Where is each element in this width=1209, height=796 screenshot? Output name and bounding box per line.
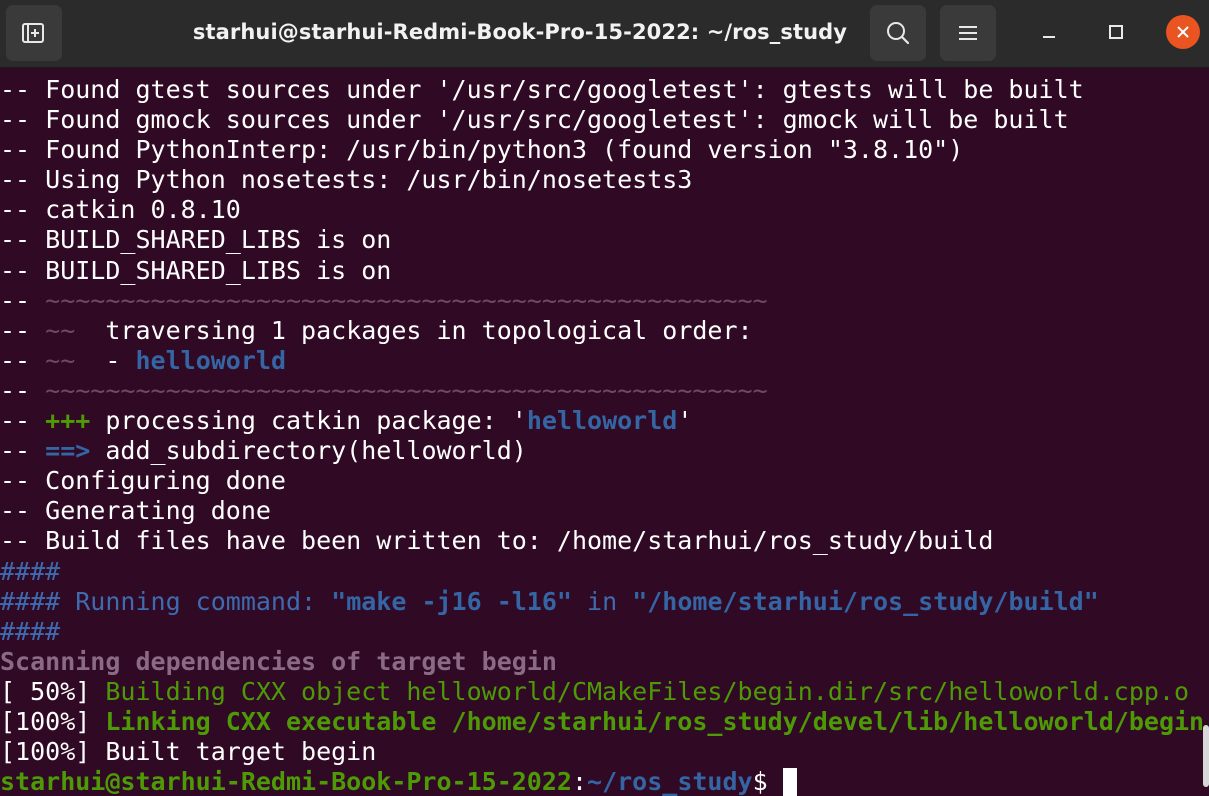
minimize-icon — [1043, 36, 1055, 38]
tilde-marker: ~~ — [45, 345, 76, 375]
package-line: -- ~~ - helloworld — [0, 346, 1209, 376]
scrollbar-thumb[interactable] — [1203, 725, 1209, 787]
package-dash: - — [75, 345, 136, 375]
menu-button[interactable] — [940, 5, 996, 61]
output-line: -- Generating done — [0, 496, 271, 526]
line-prefix: -- — [0, 345, 46, 375]
traverse-text: traversing 1 packages in topological ord… — [75, 315, 753, 345]
line-prefix: -- — [0, 406, 46, 436]
new-tab-icon — [22, 23, 44, 43]
hamburger-menu-icon — [959, 26, 977, 40]
link-progress-line: [100%] Linking CXX executable /home/star… — [0, 707, 1209, 737]
new-tab-button[interactable] — [6, 5, 62, 61]
traverse-line: -- ~~ traversing 1 packages in topologic… — [0, 316, 1209, 346]
output-line: -- Using Python nosetests: /usr/bin/nose… — [0, 165, 693, 195]
add-subdirectory-line: -- ==> add_subdirectory(helloworld) — [0, 436, 1209, 466]
running-in: in — [571, 586, 633, 616]
building-text: Building CXX object helloworld/CMakeFile… — [105, 676, 1190, 706]
maximize-icon — [1109, 25, 1123, 39]
output-line: [100%] Built target begin — [0, 737, 377, 767]
output-line: -- Build files have been written to: /ho… — [0, 526, 994, 556]
running-directory: "/home/starhui/ros_study/build" — [632, 586, 1099, 616]
separator-line: -- ~~~~~~~~~~~~~~~~~~~~~~~~~~~~~~~~~~~~~… — [0, 286, 1209, 316]
line-prefix: -- — [0, 315, 46, 345]
output-line: -- BUILD_SHARED_LIBS is on — [0, 255, 392, 285]
prompt-line[interactable]: starhui@starhui-Redmi-Book-Pro-15-2022:~… — [0, 767, 1209, 796]
separator-line: -- ~~~~~~~~~~~~~~~~~~~~~~~~~~~~~~~~~~~~~… — [0, 376, 1209, 406]
prompt-path: ~/ros_study — [587, 767, 753, 796]
close-button[interactable] — [1166, 15, 1200, 49]
window-title: starhui@starhui-Redmi-Book-Pro-15-2022: … — [192, 20, 848, 44]
processing-text: processing catkin package: ' — [90, 406, 527, 436]
line-prefix: -- — [0, 375, 46, 405]
prompt-dollar: $ — [752, 767, 783, 796]
separator-tildes: ~~~~~~~~~~~~~~~~~~~~~~~~~~~~~~~~~~~~~~~~… — [45, 285, 768, 315]
prompt-user-host: starhui@starhui-Redmi-Book-Pro-15-2022 — [0, 767, 572, 796]
processing-end: ' — [677, 406, 693, 436]
add-subdirectory-text: add_subdirectory(helloworld) — [90, 436, 527, 466]
running-prefix: #### Running command: — [0, 586, 332, 616]
linking-text: Linking CXX executable /home/starhui/ros… — [105, 706, 1205, 736]
line-prefix: -- — [0, 285, 46, 315]
scanning-line: Scanning dependencies of target begin — [0, 646, 557, 676]
tilde-marker: ~~ — [45, 315, 76, 345]
progress-percent: [100%] — [0, 706, 106, 736]
running-command: "make -j16 -l16" — [331, 586, 572, 616]
hash-line: #### — [0, 616, 61, 646]
maximize-button[interactable] — [1099, 15, 1133, 49]
output-line: -- catkin 0.8.10 — [0, 195, 241, 225]
package-name: helloworld — [135, 345, 286, 375]
output-line: -- Found gmock sources under '/usr/src/g… — [0, 105, 1069, 135]
search-button[interactable] — [870, 5, 926, 61]
minimize-button[interactable] — [1032, 15, 1066, 49]
processing-package: helloworld — [526, 406, 678, 436]
running-command-line: #### Running command: "make -j16 -l16" i… — [0, 587, 1209, 617]
build-progress-line: [ 50%] Building CXX object helloworld/CM… — [0, 677, 1209, 707]
title-bar: starhui@starhui-Redmi-Book-Pro-15-2022: … — [0, 0, 1209, 68]
prompt-colon: : — [571, 767, 588, 796]
line-prefix: -- — [0, 436, 46, 466]
separator-tildes: ~~~~~~~~~~~~~~~~~~~~~~~~~~~~~~~~~~~~~~~~… — [45, 375, 768, 405]
search-icon — [887, 22, 910, 45]
close-icon — [1177, 26, 1189, 38]
progress-percent: [ 50%] — [0, 676, 106, 706]
output-line: -- Found PythonInterp: /usr/bin/python3 … — [0, 135, 964, 165]
hash-line: #### — [0, 556, 61, 586]
plus-marker: +++ — [45, 406, 91, 436]
output-line: -- Found gtest sources under '/usr/src/g… — [0, 75, 1084, 104]
arrow-marker: ==> — [45, 436, 91, 466]
terminal-window: starhui@starhui-Redmi-Book-Pro-15-2022: … — [0, 0, 1209, 796]
text-cursor — [782, 768, 797, 796]
output-line: -- Configuring done — [0, 466, 286, 496]
processing-line: -- +++ processing catkin package: 'hello… — [0, 406, 1209, 436]
output-line: -- BUILD_SHARED_LIBS is on — [0, 225, 392, 255]
terminal-output[interactable]: -- Found gtest sources under '/usr/src/g… — [0, 75, 1209, 796]
